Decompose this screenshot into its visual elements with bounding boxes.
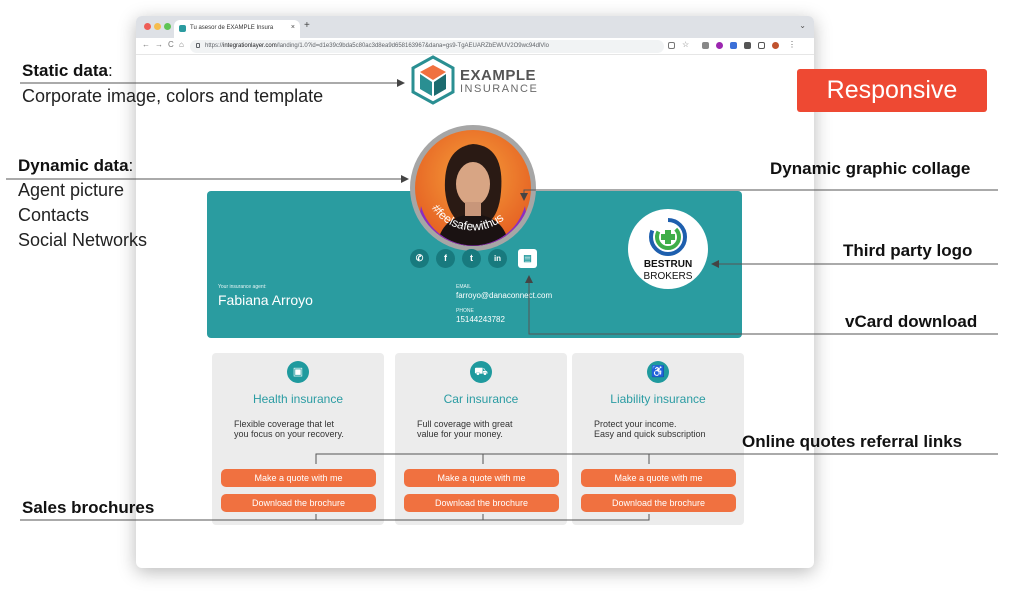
agent-phone-link[interactable]: 15144243782 [456, 315, 505, 324]
profile-avatar[interactable] [772, 42, 779, 49]
url-prefix: https:// [205, 43, 224, 49]
home-button[interactable]: ⌂ [179, 40, 184, 49]
svg-text:#feelsafewithus: #feelsafewithus [429, 202, 506, 234]
lock-icon [196, 43, 200, 48]
quotes-label: Online quotes referral links [742, 432, 963, 451]
car-insurance-card: ⛟ Car insurance Full coverage with great… [395, 353, 567, 525]
static-data-label: Static data: [22, 61, 113, 81]
third-party-broker-logo: BESTRUN BROKERS [628, 209, 708, 289]
vcard-icon[interactable]: ▤ [518, 249, 537, 268]
card-title: Liability insurance [610, 392, 706, 406]
logo-word-insurance: INSURANCE [460, 83, 539, 95]
extension-blue-icon[interactable] [730, 42, 737, 49]
dynamic-data-title: Dynamic data [18, 156, 129, 175]
bookmark-star-icon[interactable]: ☆ [682, 40, 689, 49]
linkedin-icon[interactable]: in [488, 249, 507, 268]
liability-insurance-card: ♿ Liability insurance Protect your incom… [572, 353, 744, 525]
dynamic-data-colon: : [128, 156, 134, 175]
landing-page: EXAMPLE INSURANCE #feelsafewithus ✆ f t … [136, 55, 814, 568]
dynamic-item: Contacts [18, 205, 90, 225]
card-title: Car insurance [443, 392, 519, 406]
phone-label: PHONE [456, 308, 474, 314]
tab-search-icon[interactable]: ⌄ [799, 21, 806, 30]
extension-camera-icon[interactable] [702, 42, 709, 49]
third-party-label: Third party logo [843, 241, 973, 260]
tab-close-icon[interactable]: × [291, 24, 295, 31]
dynamic-item: Agent picture [18, 180, 125, 200]
forward-button[interactable]: → [155, 40, 163, 49]
download-brochure-button[interactable]: Download the brochure [581, 494, 736, 512]
agent-email-link[interactable]: farroyo@danaconnect.com [456, 291, 552, 300]
wheelchair-icon: ♿ [647, 361, 669, 383]
static-data-title: Static data [22, 61, 108, 80]
clipboard-icon: ▣ [287, 361, 309, 383]
maximize-window-icon[interactable] [164, 23, 171, 30]
static-data-description: Corporate image, colors and template [22, 86, 324, 106]
favicon-icon [179, 25, 186, 32]
logo-word-example: EXAMPLE [460, 67, 537, 84]
menu-kebab-icon[interactable]: ⋮ [788, 40, 796, 49]
make-quote-button[interactable]: Make a quote with me [404, 469, 559, 487]
vcard-label: vCard download [845, 312, 978, 331]
url-path: /landing/1.0?id=d1e39c9bda5c80ac3d8ea9d6… [276, 43, 549, 49]
tab-title: Tu asesor de EXAMPLE Insura [190, 25, 274, 31]
brochures-label: Sales brochures [22, 498, 155, 517]
card-description-line: Protect your income. [594, 419, 677, 429]
broker-name-line1: BESTRUN [643, 259, 693, 270]
collage-label: Dynamic graphic collage [770, 159, 971, 178]
card-description-line: value for your money. [417, 429, 503, 439]
minimize-window-icon[interactable] [154, 23, 161, 30]
share-icon[interactable] [668, 42, 675, 49]
dynamic-item: Social Networks [18, 230, 148, 250]
download-brochure-button[interactable]: Download the brochure [404, 494, 559, 512]
reload-button[interactable]: C [168, 40, 174, 49]
card-description-line: Full coverage with great [417, 419, 513, 429]
broker-name-line2: BROKERS [643, 271, 693, 282]
agent-photo: #feelsafewithus [415, 130, 531, 246]
new-tab-button[interactable]: + [304, 20, 310, 31]
card-description-line: Easy and quick subscription [594, 429, 706, 439]
download-brochure-button[interactable]: Download the brochure [221, 494, 376, 512]
tab-bar: Tu asesor de EXAMPLE Insura × + ⌄ [136, 16, 814, 38]
whatsapp-icon[interactable]: ✆ [410, 249, 429, 268]
make-quote-button[interactable]: Make a quote with me [581, 469, 736, 487]
company-logo: EXAMPLE INSURANCE [410, 55, 550, 107]
card-description: Protect your income. Easy and quick subs… [594, 419, 739, 439]
sidebar-icon[interactable] [758, 42, 765, 49]
broker-emblem-icon [649, 218, 687, 256]
logo-mark-icon [411, 55, 455, 105]
card-description: Flexible coverage that let you focus on … [234, 419, 379, 439]
dynamic-data-label: Dynamic data: [18, 156, 133, 176]
card-description-line: Flexible coverage that let [234, 419, 335, 429]
card-title: Health insurance [252, 392, 344, 406]
responsive-badge: Responsive [797, 69, 987, 112]
email-label: EMAIL [456, 284, 472, 290]
facebook-icon[interactable]: f [436, 249, 455, 268]
card-description-line: you focus on your recovery. [234, 429, 344, 439]
twitter-icon[interactable]: t [462, 249, 481, 268]
card-description: Full coverage with great value for your … [417, 419, 562, 439]
url-host: integrationlayer.com [223, 43, 277, 49]
agent-name: Fabiana Arroyo [218, 292, 313, 308]
close-window-icon[interactable] [144, 23, 151, 30]
static-data-colon: : [107, 61, 113, 80]
slide: Tu asesor de EXAMPLE Insura × + ⌄ ← → C … [0, 0, 1024, 591]
car-icon: ⛟ [470, 361, 492, 383]
agent-photo-collage: #feelsafewithus [410, 125, 536, 251]
make-quote-button[interactable]: Make a quote with me [221, 469, 376, 487]
browser-tab[interactable]: Tu asesor de EXAMPLE Insura × [174, 20, 300, 38]
back-button[interactable]: ← [142, 40, 150, 49]
extensions-puzzle-icon[interactable] [744, 42, 751, 49]
extension-purple-icon[interactable] [716, 42, 723, 49]
address-bar[interactable]: https://integrationlayer.com/landing/1.0… [190, 40, 664, 53]
browser-toolbar: ← → C ⌂ https://integrationlayer.com/lan… [136, 38, 814, 55]
hashtag-text: #feelsafewithus [429, 202, 506, 234]
health-insurance-card: ▣ Health insurance Flexible coverage tha… [212, 353, 384, 525]
agent-caption: Your insurance agent: [218, 284, 267, 290]
